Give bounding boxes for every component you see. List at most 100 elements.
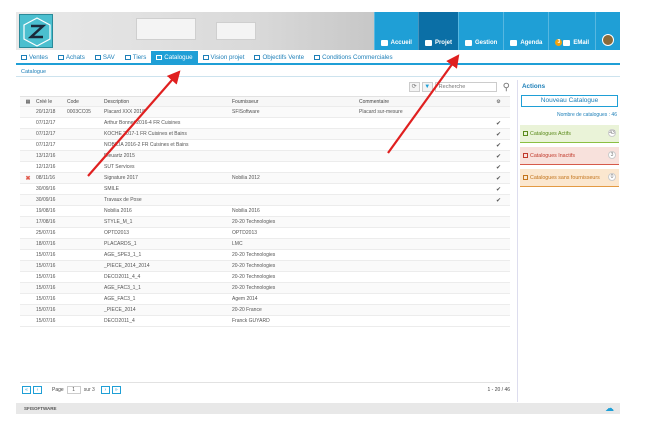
table-row[interactable]: 15/07/16 DECO2011_4_4 20-20 Technologies — [20, 272, 510, 283]
nav-email[interactable]: 3 EMail — [548, 12, 595, 50]
description: Bleuartz 2015 — [104, 153, 135, 159]
table-row[interactable]: 12/12/16 SUT Services ✔ — [20, 162, 510, 173]
handshake-icon — [314, 54, 321, 60]
description: Arthur Bonnet 2016-4 FR Cuisines — [104, 120, 181, 126]
table-row[interactable]: 15/07/16 AGE_FAC3_1 Agem 2014 — [20, 294, 510, 305]
calendar-icon — [510, 40, 518, 46]
table-row[interactable]: 15/07/16 DECO2011_4 Franck GUYARD — [20, 316, 510, 327]
catalog-icon — [523, 153, 528, 158]
description: SUT Services — [104, 164, 135, 170]
catalog-count: Nombre de catalogues : 46 — [556, 112, 617, 118]
table-row[interactable]: 15/07/16 AGE_SPE3_1_1 20-20 Technologies — [20, 250, 510, 261]
description: NOBILIA 2016-2 FR Cuisines et Bains — [104, 142, 189, 148]
breadcrumb-catalogue[interactable]: Catalogue — [21, 69, 46, 75]
table-row[interactable]: ✖ 08/11/16 Signature 2017 Nobilia 2012 ✔ — [20, 173, 510, 184]
tab-sav[interactable]: SAV — [90, 51, 120, 63]
cloud-icon[interactable]: ☁ — [605, 403, 614, 414]
created-date: 12/12/16 — [36, 164, 56, 170]
tab-tiers[interactable]: Tiers — [120, 51, 152, 63]
refresh-button[interactable]: ⟳ — [408, 82, 420, 92]
nav-accueil[interactable]: Accueil — [373, 12, 418, 50]
catalog-table: ▦ Créé le Code Description Fournisseur Commen… — [20, 96, 510, 327]
settings-icon[interactable]: ⚙ — [485, 99, 510, 105]
supplier: OPTD2013 — [232, 230, 258, 236]
created-date: 25/07/16 — [36, 230, 56, 236]
catalog-list: ⟳ ▼ ⚲ ▦Créé leCodeDescriptionFournisseur… — [20, 80, 510, 400]
search-icon[interactable]: ⚲ — [503, 82, 510, 93]
app-logo[interactable] — [19, 14, 53, 48]
prev-page-button[interactable]: ‹ — [33, 385, 42, 394]
tab-conditions-commerciales[interactable]: Conditions Commerciales — [309, 51, 398, 63]
email-icon — [563, 40, 571, 46]
tab-achats[interactable]: Achats — [53, 51, 90, 63]
table-row[interactable]: 15/07/16 _PIECE_2014_2014 20-20 Technologi… — [20, 261, 510, 272]
table-row[interactable]: 25/07/16 OPTD2013 OPTD2013 — [20, 228, 510, 239]
supplier: Nobilia 2012 — [232, 175, 260, 181]
check-icon: ✔ — [495, 153, 502, 160]
cross-icon: ✖ — [25, 175, 31, 182]
tab-catalogue[interactable]: Catalogue — [151, 51, 198, 63]
table-row[interactable]: 30/09/16 SMILE ✔ — [20, 184, 510, 195]
next-page-button[interactable]: › — [100, 385, 110, 394]
column-header[interactable]: Fournisseur — [230, 99, 357, 105]
header: Accueil Projet Gestion Agenda 3 EMail — [16, 12, 620, 50]
nav-agenda[interactable]: Agenda — [503, 12, 549, 50]
created-date: 13/12/16 — [36, 153, 56, 159]
tab-objectifs-vente[interactable]: Objectifs Vente — [249, 51, 309, 63]
last-page-button[interactable]: » — [111, 385, 121, 394]
kitchen-decor-image — [216, 22, 256, 40]
supplier: Franck GUYARD — [232, 318, 270, 324]
calendar-icon[interactable]: ▦ — [20, 99, 34, 105]
column-header[interactable]: Code — [65, 99, 102, 105]
description: AGE_SPE3_1_1 — [104, 252, 142, 258]
column-header[interactable]: Créé le — [34, 99, 65, 105]
first-page-button[interactable]: « — [22, 385, 31, 394]
page-number-input[interactable]: 1 — [66, 385, 81, 394]
created-date: 15/07/16 — [36, 307, 56, 313]
active-catalogs-panel[interactable]: Catalogues Actifs 43 — [520, 125, 619, 143]
breadcrumb: Catalogue — [16, 68, 620, 77]
table-row[interactable]: 20/12/18 0003CC05 Placard XXX 2018 SFISoftw… — [20, 107, 510, 118]
supplier: 20-20 Technologies — [232, 274, 276, 280]
pager: « ‹ Page 1 sur 3 › » 1 - 20 / 46 — [20, 382, 510, 396]
avatar[interactable] — [602, 34, 614, 46]
created-date: 15/07/16 — [36, 318, 56, 324]
created-date: 08/11/16 — [36, 175, 56, 181]
description: STYLE_M_1 — [104, 219, 133, 225]
table-row[interactable]: 30/09/16 Travaux de Pose ✔ — [20, 195, 510, 206]
catalog-icon — [523, 131, 528, 136]
user-menu[interactable] — [595, 12, 620, 50]
check-icon: ✔ — [495, 131, 502, 138]
nav-projet[interactable]: Projet — [417, 12, 458, 50]
table-row[interactable]: 17/08/16 STYLE_M_1 20-20 Technologies — [20, 217, 510, 228]
table-row[interactable]: 07/12/17 Arthur Bonnet 2016-4 FR Cuisines… — [20, 118, 510, 129]
supplier: 20-20 France — [232, 307, 262, 313]
wrench-icon — [94, 54, 101, 60]
tab-vision-projet[interactable]: Vision projet — [198, 51, 250, 63]
table-row[interactable]: 19/08/16 Nobilia 2016 Nobilia 2016 — [20, 206, 510, 217]
table-row[interactable]: 15/07/16 _PIECE_2014 20-20 France — [20, 305, 510, 316]
no-supplier-count-badge: 0 — [608, 173, 616, 181]
table-row[interactable]: 15/07/16 AGE_FAC3_1_1 20-20 Technologies — [20, 283, 510, 294]
search-input[interactable] — [434, 82, 497, 92]
created-date: 30/09/16 — [36, 197, 56, 203]
nav-gestion[interactable]: Gestion — [457, 12, 504, 50]
description: DECO2011_4 — [104, 318, 135, 324]
table-row[interactable]: 18/07/16 PLACARDS_1 LMC — [20, 239, 510, 250]
description: Nobilia 2016 — [104, 208, 132, 214]
column-header[interactable]: Description — [102, 99, 230, 105]
actions-title: Actions — [522, 83, 546, 90]
filter-button[interactable]: ▼ — [421, 82, 433, 92]
page-total-label: sur 3 — [83, 386, 95, 393]
description: OPTD2013 — [104, 230, 130, 236]
tab-ventes[interactable]: Ventes — [16, 51, 53, 63]
footer-logo: SFISOFTWARE — [24, 406, 57, 411]
column-header[interactable]: Commentaire — [357, 99, 485, 105]
table-row[interactable]: 07/12/17 KOCHE 2017-1 FR Cuisines et Bain… — [20, 129, 510, 140]
table-row[interactable]: 07/12/17 NOBILIA 2016-2 FR Cuisines et Ba… — [20, 140, 510, 151]
new-catalog-button[interactable]: Nouveau Catalogue — [521, 95, 618, 107]
kitchen-decor-image — [136, 18, 196, 40]
table-row[interactable]: 13/12/16 Bleuartz 2015 ✔ — [20, 151, 510, 162]
no-supplier-catalogs-panel[interactable]: Catalogues sans fournisseurs 0 — [520, 169, 619, 187]
inactive-catalogs-panel[interactable]: Catalogues Inactifs 3 — [520, 147, 619, 165]
